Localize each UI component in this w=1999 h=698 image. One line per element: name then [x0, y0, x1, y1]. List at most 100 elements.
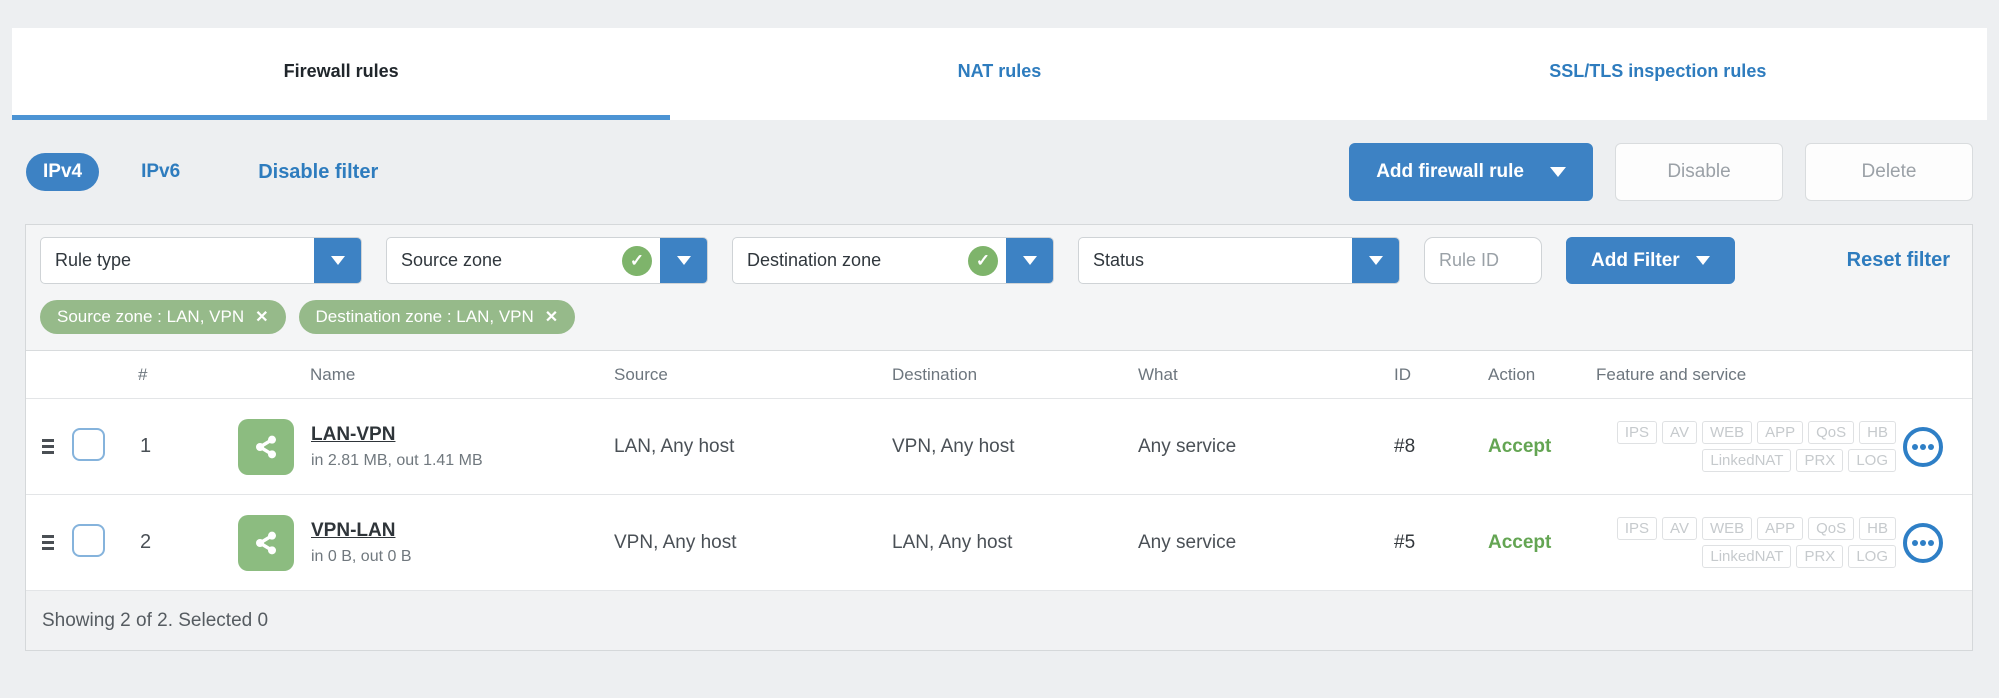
- row-checkbox[interactable]: [72, 523, 105, 557]
- destination-zone-filter-chip[interactable]: Destination zone : LAN, VPN ✕: [298, 300, 576, 334]
- rule-action: Accept: [1488, 435, 1552, 457]
- row-checkbox[interactable]: [72, 427, 105, 461]
- source-zone-filter-chip[interactable]: Source zone : LAN, VPN ✕: [40, 300, 286, 334]
- rule-source: LAN, Any host: [614, 435, 735, 457]
- dropdown-toggle-button[interactable]: [314, 238, 361, 283]
- feature-badge: LOG: [1848, 449, 1896, 472]
- feature-badge: QoS: [1808, 421, 1855, 444]
- add-firewall-rule-label: Add firewall rule: [1376, 161, 1524, 182]
- disable-filter-link[interactable]: Disable filter: [258, 161, 378, 184]
- status-dropdown[interactable]: Status: [1078, 237, 1400, 284]
- chevron-down-icon: [1550, 167, 1566, 177]
- feature-badges: IPS AV WEB APP QoS HB LinkedNAT PRX LOG: [1596, 517, 1896, 568]
- add-filter-button[interactable]: Add Filter: [1566, 237, 1735, 284]
- rule-destination: LAN, Any host: [892, 531, 1013, 553]
- disable-button[interactable]: Disable: [1615, 143, 1783, 201]
- col-action: Action: [1488, 364, 1536, 384]
- rule-type-dropdown[interactable]: Rule type: [40, 237, 362, 284]
- chevron-down-icon: [330, 256, 345, 265]
- toolbar-right: Add firewall rule Disable Delete: [1349, 143, 1973, 201]
- toolbar-left: IPv4 IPv6 Disable filter: [26, 153, 378, 191]
- active-filter-chips: Source zone : LAN, VPN ✕ Destination zon…: [26, 292, 1972, 351]
- col-source: Source: [614, 364, 668, 384]
- row-count-status: Showing 2 of 2. Selected 0: [42, 609, 269, 631]
- col-index: #: [138, 364, 148, 384]
- add-filter-label: Add Filter: [1591, 249, 1680, 271]
- filter-row: Rule type Source zone ✓ Destination zone…: [26, 225, 1972, 292]
- close-icon[interactable]: ✕: [255, 307, 268, 327]
- drag-handle[interactable]: [42, 439, 56, 454]
- destination-zone-dropdown[interactable]: Destination zone ✓: [732, 237, 1054, 284]
- row-index: 1: [140, 435, 152, 457]
- source-zone-dropdown-label: Source zone: [401, 250, 503, 270]
- rule-what: Any service: [1138, 531, 1237, 553]
- feature-badge: HB: [1859, 517, 1896, 540]
- add-firewall-rule-button[interactable]: Add firewall rule: [1349, 143, 1593, 201]
- toolbar: IPv4 IPv6 Disable filter Add firewall ru…: [12, 120, 1987, 224]
- feature-badge: AV: [1662, 517, 1697, 540]
- row-menu-button[interactable]: [1903, 522, 1943, 563]
- feature-badge: AV: [1662, 421, 1697, 444]
- table-row: 1 LAN-VPN in 2.81 MB, out 1.41 MB LAN, A…: [26, 399, 1972, 495]
- feature-badge: IPS: [1616, 517, 1658, 540]
- rule-id: #8: [1394, 435, 1416, 457]
- source-zone-dropdown[interactable]: Source zone ✓: [386, 237, 708, 284]
- close-icon[interactable]: ✕: [545, 307, 558, 327]
- share-icon: [238, 418, 294, 475]
- tab-ssl-tls-inspection-rules[interactable]: SSL/TLS inspection rules: [1329, 28, 1987, 120]
- destination-zone-dropdown-label: Destination zone: [747, 250, 882, 270]
- rule-destination: VPN, Any host: [892, 435, 1015, 457]
- feature-badge: QoS: [1808, 517, 1855, 540]
- feature-badges: IPS AV WEB APP QoS HB LinkedNAT PRX LOG: [1596, 421, 1896, 472]
- chevron-down-icon: [676, 256, 691, 265]
- row-menu-button[interactable]: [1903, 426, 1943, 467]
- tab-nat-rules[interactable]: NAT rules: [670, 28, 1328, 120]
- feature-badge: APP: [1757, 421, 1804, 444]
- tab-label: SSL/TLS inspection rules: [1549, 61, 1767, 81]
- rule-id-input[interactable]: [1424, 237, 1542, 284]
- delete-button[interactable]: Delete: [1805, 143, 1973, 201]
- firewall-rules-panel: Rule type Source zone ✓ Destination zone…: [25, 224, 1973, 651]
- table-row: 2 VPN-LAN in 0 B, out 0 B VPN, Any host …: [26, 495, 1972, 591]
- feature-badge: LinkedNAT: [1702, 545, 1792, 568]
- rule-action: Accept: [1488, 531, 1552, 553]
- feature-badge: PRX: [1796, 545, 1844, 568]
- chip-label: Source zone : LAN, VPN: [57, 307, 245, 326]
- filter-area: Rule type Source zone ✓ Destination zone…: [26, 225, 1972, 351]
- rule-traffic: in 2.81 MB, out 1.41 MB: [311, 451, 483, 469]
- feature-badge: WEB: [1701, 517, 1753, 540]
- dropdown-toggle-button[interactable]: [1006, 238, 1053, 283]
- chevron-down-icon: [1695, 256, 1710, 265]
- dropdown-toggle-button[interactable]: [660, 238, 707, 283]
- tab-label: NAT rules: [957, 61, 1042, 81]
- ipv4-toggle[interactable]: IPv4: [26, 153, 100, 191]
- dropdown-toggle-button[interactable]: [1352, 238, 1399, 283]
- col-what: What: [1138, 364, 1178, 384]
- table-footer: Showing 2 of 2. Selected 0: [26, 591, 1972, 650]
- feature-badge: LinkedNAT: [1702, 449, 1792, 472]
- rule-what: Any service: [1138, 435, 1237, 457]
- rule-name-link[interactable]: LAN-VPN: [311, 424, 395, 446]
- tab-bar: Firewall rules NAT rules SSL/TLS inspect…: [12, 28, 1987, 120]
- col-id: ID: [1394, 364, 1411, 384]
- rule-name-link[interactable]: VPN-LAN: [311, 520, 395, 542]
- feature-badge: HB: [1859, 421, 1896, 444]
- rule-id: #5: [1394, 531, 1416, 553]
- col-features: Feature and service: [1596, 364, 1747, 384]
- chevron-down-icon: [1368, 256, 1383, 265]
- row-index: 2: [140, 531, 152, 553]
- drag-handle[interactable]: [42, 535, 56, 550]
- ipv6-toggle[interactable]: IPv6: [141, 161, 180, 183]
- feature-badge: IPS: [1616, 421, 1658, 444]
- chip-label: Destination zone : LAN, VPN: [315, 307, 534, 326]
- filter-active-check-icon: ✓: [622, 245, 652, 276]
- tab-firewall-rules[interactable]: Firewall rules: [12, 28, 671, 120]
- status-dropdown-label: Status: [1093, 250, 1145, 270]
- rule-type-dropdown-label: Rule type: [55, 250, 132, 270]
- reset-filter-link[interactable]: Reset filter: [1847, 249, 1950, 272]
- feature-badge: APP: [1757, 517, 1804, 540]
- feature-badge: WEB: [1701, 421, 1753, 444]
- feature-badge: PRX: [1796, 449, 1844, 472]
- rule-source: VPN, Any host: [614, 531, 737, 553]
- table-header: # Name Source Destination What ID Action…: [26, 351, 1972, 399]
